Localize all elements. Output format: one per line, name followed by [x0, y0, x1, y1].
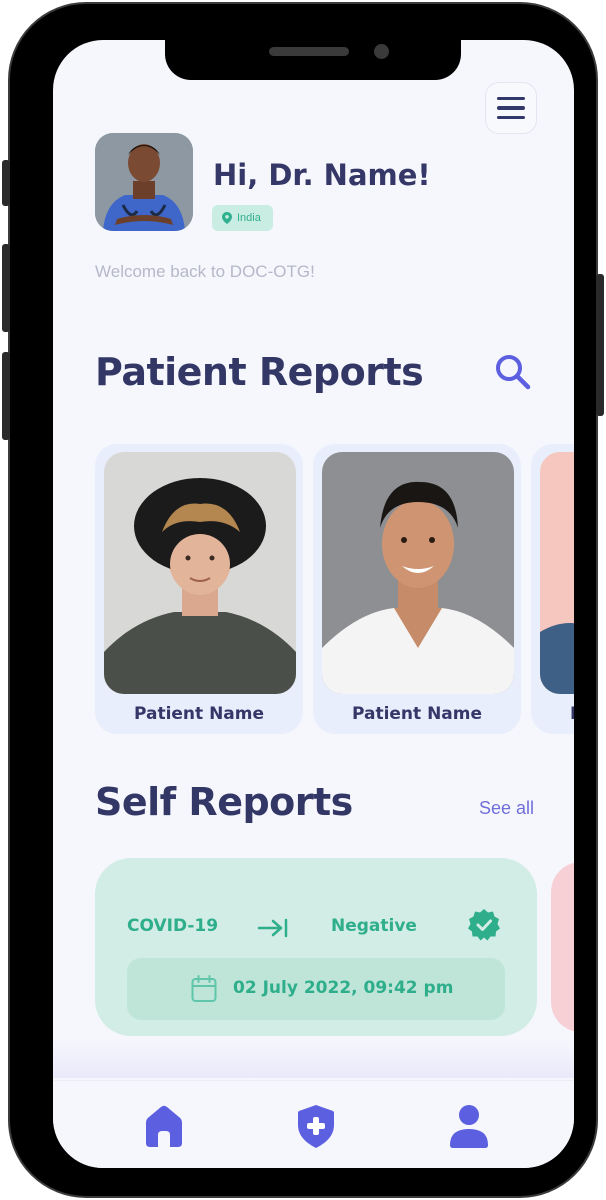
volume-up-button: [2, 244, 10, 332]
home-icon[interactable]: [142, 1103, 186, 1149]
patient-card[interactable]: Patient Name: [313, 444, 521, 734]
user-icon[interactable]: [447, 1103, 491, 1149]
report-date-box: 02 July 2022, 09:42 pm: [127, 958, 505, 1020]
front-camera: [374, 44, 389, 59]
location-pin-icon: [222, 212, 232, 224]
hamburger-icon: [497, 96, 525, 101]
power-button: [596, 274, 604, 416]
report-test-name: COVID-19: [127, 916, 219, 936]
doctor-avatar[interactable]: [95, 133, 193, 231]
shield-plus-icon[interactable]: [294, 1103, 338, 1149]
patient-card[interactable]: Patient Name: [95, 444, 303, 734]
patient-card[interactable]: Patient Name: [531, 444, 574, 734]
report-summary-row: COVID-19 Negative: [127, 908, 505, 948]
patient-reports-title: Patient Reports: [95, 350, 424, 394]
menu-button[interactable]: [485, 82, 537, 134]
welcome-text: Welcome back to DOC-OTG!: [95, 262, 315, 281]
verified-badge-icon: [468, 909, 500, 941]
report-result: Negative: [331, 916, 417, 936]
bottom-navigation: [53, 1080, 574, 1168]
patient-name: Patient Name: [531, 704, 574, 724]
location-badge: India: [212, 205, 273, 231]
patient-name: Patient Name: [351, 704, 483, 724]
search-icon[interactable]: [493, 352, 533, 392]
doctor-photo: [95, 133, 193, 231]
app-screen: Hi, Dr. Name! India Welcome back to DOC-…: [53, 40, 574, 1168]
patient-name: Patient Name: [133, 704, 265, 724]
patient-photo: [322, 452, 514, 694]
location-label: India: [237, 212, 261, 224]
speaker-grille: [269, 47, 349, 56]
arrow-to-right-icon: [257, 918, 288, 938]
calendar-icon: [191, 975, 217, 1002]
see-all-link[interactable]: See all: [479, 798, 534, 819]
self-reports-title: Self Reports: [95, 780, 353, 824]
nav-shadow: [53, 1038, 574, 1078]
volume-down-button: [2, 352, 10, 440]
patient-photo: [540, 452, 574, 694]
device-notch: [165, 40, 461, 80]
report-date: 02 July 2022, 09:42 pm: [233, 978, 454, 998]
self-report-card-peek[interactable]: [551, 862, 574, 1032]
self-report-card[interactable]: COVID-19 Negative 02 July 2022, 09:42 pm: [95, 858, 537, 1036]
phone-frame: Hi, Dr. Name! India Welcome back to DOC-…: [8, 2, 598, 1198]
patient-photo: [104, 452, 296, 694]
greeting-title: Hi, Dr. Name!: [213, 158, 431, 192]
patient-cards-carousel[interactable]: Patient Name Patient Name: [95, 444, 574, 734]
mute-switch: [2, 160, 10, 206]
